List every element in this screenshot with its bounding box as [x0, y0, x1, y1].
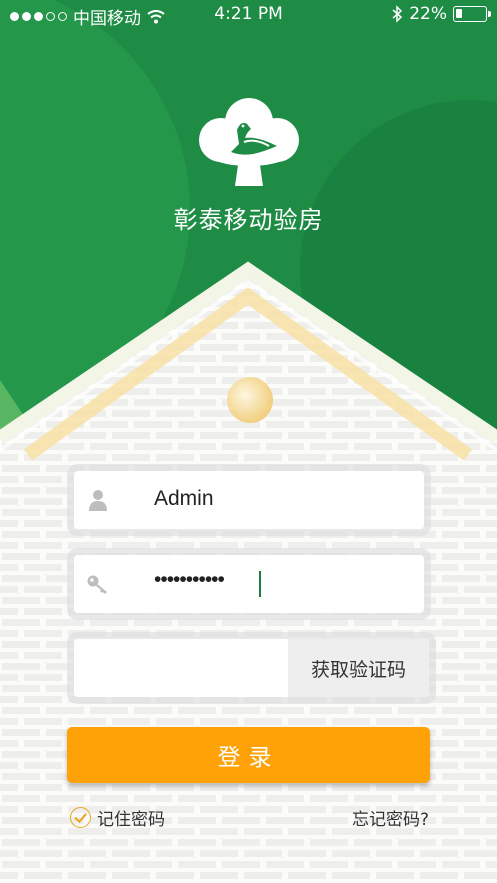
login-button[interactable]: 登录: [67, 727, 430, 783]
key-icon: [87, 575, 107, 594]
battery-percent: 22%: [409, 4, 447, 24]
verification-code-input[interactable]: [74, 639, 288, 697]
verification-code-row: 获取验证码: [74, 639, 429, 697]
remember-password-toggle[interactable]: 记住密码: [70, 805, 165, 830]
status-bar: 中国移动 4:21 PM 22%: [0, 0, 497, 30]
app-title: 彰泰移动验房: [173, 206, 324, 234]
bluetooth-icon: [392, 5, 403, 23]
username-field[interactable]: Admin: [74, 471, 424, 529]
text-caret: [259, 571, 261, 597]
check-circle-icon: [70, 807, 91, 828]
avatar: [227, 377, 273, 423]
remember-password-label: 记住密码: [97, 810, 165, 830]
get-code-button[interactable]: 获取验证码: [288, 639, 429, 697]
app-logo: [199, 98, 299, 186]
forgot-password-link[interactable]: 忘记密码?: [352, 805, 429, 830]
battery-icon: [453, 6, 491, 22]
username-value: Admin: [154, 487, 214, 510]
user-icon: [89, 490, 107, 511]
password-field[interactable]: •••••••••••: [74, 555, 424, 613]
status-right: 22%: [391, 4, 491, 24]
password-value: •••••••••••: [154, 568, 225, 591]
